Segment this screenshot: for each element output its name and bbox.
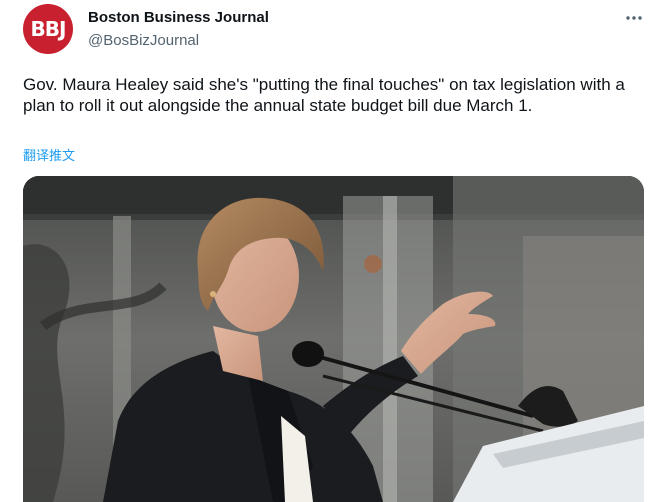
tweet-text: Gov. Maura Healey said she's "putting th… [23,75,625,115]
more-horizontal-icon [626,16,642,20]
photo-governor-speaking [23,176,644,502]
tweet-photo[interactable] [23,176,644,502]
avatar-logo-text: BBJ [30,17,67,41]
tweet: BBJ Boston Business Journal @BosBizJourn… [0,0,659,502]
author-handle[interactable]: @BosBizJournal [88,32,199,49]
translate-tweet-link[interactable]: 翻译推文 [23,145,75,164]
more-options-button[interactable] [620,6,648,30]
avatar[interactable]: BBJ [23,4,73,54]
author-name[interactable]: Boston Business Journal [88,9,269,26]
